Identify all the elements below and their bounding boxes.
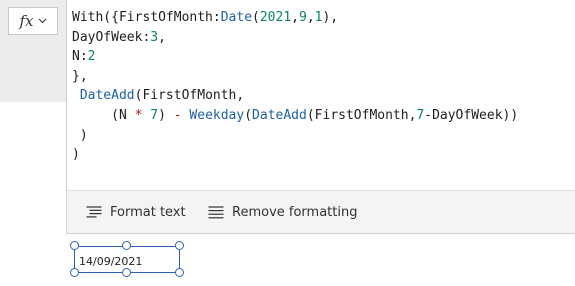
fx-label: fx xyxy=(19,12,34,30)
format-text-button[interactable]: Format text xyxy=(86,191,186,233)
resize-handle-bottom-left[interactable] xyxy=(70,268,79,277)
code-line: DayOfWeek:3, xyxy=(72,29,166,45)
resize-handle-top[interactable] xyxy=(122,241,131,250)
resize-handle-top-left[interactable] xyxy=(70,241,79,250)
remove-formatting-icon xyxy=(208,205,224,219)
code-line: (N * 7) - Weekday(DateAdd(FirstOfMonth,7… xyxy=(72,107,519,123)
code-line: ) xyxy=(72,127,88,143)
formula-bar-left-panel: fx xyxy=(0,0,66,102)
resize-handle-bottom[interactable] xyxy=(122,268,131,277)
formula-code[interactable]: With({FirstOfMonth:Date(2021,9,1), DayOf… xyxy=(72,8,518,165)
date-label-text: 14/09/2021 xyxy=(79,255,143,268)
format-text-icon xyxy=(86,206,102,218)
fx-property-dropdown[interactable]: fx xyxy=(8,7,58,35)
code-line: With({FirstOfMonth:Date(2021,9,1), xyxy=(72,10,339,25)
code-line: }, xyxy=(72,68,88,84)
resize-handle-bottom-right[interactable] xyxy=(175,268,184,277)
code-line: ) xyxy=(72,147,80,163)
code-line: N:2 xyxy=(72,49,96,65)
chevron-down-icon xyxy=(38,18,47,24)
formula-toolbar: Format text Remove formatting xyxy=(67,191,575,233)
resize-handle-top-right[interactable] xyxy=(175,241,184,250)
remove-formatting-label: Remove formatting xyxy=(232,204,358,220)
formula-editor[interactable]: With({FirstOfMonth:Date(2021,9,1), DayOf… xyxy=(66,0,575,234)
format-text-label: Format text xyxy=(110,204,186,220)
remove-formatting-button[interactable]: Remove formatting xyxy=(208,191,357,233)
code-line: DateAdd(FirstOfMonth, xyxy=(79,88,245,104)
